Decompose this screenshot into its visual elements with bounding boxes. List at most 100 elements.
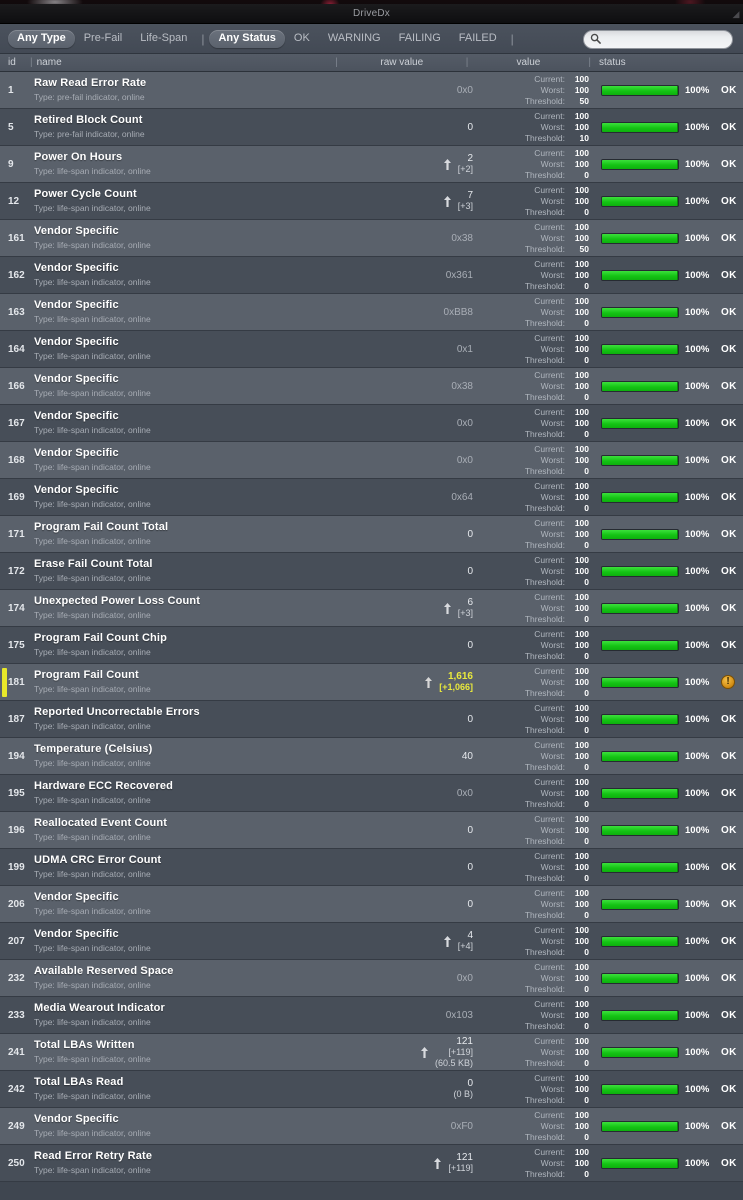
health-bar-fill [602,122,678,132]
raw-value-stack: 0x361 [446,270,473,281]
table-row[interactable]: 241 Total LBAs Written Type: life-span i… [0,1034,743,1071]
attribute-name-cell: Program Fail Count Chip Type: life-span … [26,632,363,658]
search-input[interactable] [583,30,733,49]
raw-value: 0x0 [456,84,473,96]
health-bar-fill [602,936,678,946]
column-header-value[interactable]: value [472,57,584,68]
worst-label: Worst: [540,713,565,724]
table-row[interactable]: 174 Unexpected Power Loss Count Type: li… [0,590,743,627]
attribute-type: Type: life-span indicator, online [34,684,151,694]
table-row[interactable]: 167 Vendor Specific Type: life-span indi… [0,405,743,442]
raw-value-stack: 7 [+3] [458,190,473,212]
column-header-raw-value[interactable]: raw value [342,57,462,68]
raw-value-stack: 121 [+119] (60.5 KB) [435,1036,473,1069]
column-divider-1: | [30,57,33,68]
table-row[interactable]: 196 Reallocated Event Count Type: life-s… [0,812,743,849]
table-row[interactable]: 162 Vendor Specific Type: life-span indi… [0,257,743,294]
raw-value-stack: 0 [467,529,473,540]
current-label: Current: [534,406,565,417]
raw-value-cell: 0xBB8 [363,307,483,318]
window-titlebar[interactable]: DriveDx ◢ [0,4,743,24]
health-percent: 100% [685,639,710,651]
column-header-id[interactable]: id [0,57,26,68]
status-label: OK [721,1083,737,1095]
table-row[interactable]: 171 Program Fail Count Total Type: life-… [0,516,743,553]
table-row[interactable]: 169 Vendor Specific Type: life-span indi… [0,479,743,516]
current-label: Current: [534,517,565,528]
status-filter-failing[interactable]: FAILING [390,30,450,48]
attribute-name-cell: Vendor Specific Type: life-span indicato… [26,410,363,436]
worst-label: Worst: [540,343,565,354]
table-row[interactable]: 175 Program Fail Count Chip Type: life-s… [0,627,743,664]
status-label: OK [721,84,737,96]
attribute-id: 161 [8,232,25,244]
table-row[interactable]: 161 Vendor Specific Type: life-span indi… [0,220,743,257]
worst-label: Worst: [540,528,565,539]
drivedx-window: DriveDx ◢ Any Type Pre-Fail Life-Span | An… [0,4,743,1200]
attribute-name-cell: Hardware ECC Recovered Type: life-span i… [26,780,363,806]
table-row[interactable]: 207 Vendor Specific Type: life-span indi… [0,923,743,960]
raw-value: 0x38 [451,380,473,392]
raw-value: 0 [467,861,473,873]
column-header-name[interactable]: name [37,57,332,68]
type-filter-pre-fail[interactable]: Pre-Fail [75,30,132,48]
table-row[interactable]: 206 Vendor Specific Type: life-span indi… [0,886,743,923]
status-filter-ok[interactable]: OK [285,30,319,48]
health-bar-fill [602,233,678,243]
health-bar-fill [602,270,678,280]
threshold-label: Threshold: [524,1131,565,1142]
threshold-label: Threshold: [524,835,565,846]
table-row[interactable]: 166 Vendor Specific Type: life-span indi… [0,368,743,405]
column-header-status[interactable]: status [595,57,743,68]
raw-value-stack: 0x64 [451,492,473,503]
search-box[interactable] [583,29,733,49]
table-row[interactable]: 199 UDMA CRC Error Count Type: life-span… [0,849,743,886]
threshold-label: Threshold: [524,761,565,772]
warning-icon: ! [721,675,735,689]
type-filter-any-type[interactable]: Any Type [8,29,75,48]
raw-value: 2 [467,153,473,164]
table-row[interactable]: 242 Total LBAs Read Type: life-span indi… [0,1071,743,1108]
table-row[interactable]: 168 Vendor Specific Type: life-span indi… [0,442,743,479]
table-row[interactable]: 163 Vendor Specific Type: life-span indi… [0,294,743,331]
raw-value-delta: [+3] [457,608,473,618]
raw-value-delta: [+3] [457,201,473,211]
table-row[interactable]: 194 Temperature (Celsius) Type: life-spa… [0,738,743,775]
table-row[interactable]: 181 Program Fail Count Type: life-span i… [0,664,743,701]
table-row[interactable]: 164 Vendor Specific Type: life-span indi… [0,331,743,368]
worst-label: Worst: [540,417,565,428]
attribute-title: Vendor Specific [34,299,119,311]
table-row[interactable]: 9 Power On Hours Type: life-span indicat… [0,146,743,183]
raw-value: 4 [467,930,473,941]
attribute-name-cell: Vendor Specific Type: life-span indicato… [26,928,363,954]
table-row[interactable]: 195 Hardware ECC Recovered Type: life-sp… [0,775,743,812]
table-row[interactable]: 12 Power Cycle Count Type: life-span ind… [0,183,743,220]
threshold-value: 0 [584,280,589,291]
status-label: OK [721,343,737,355]
status-filter-warning[interactable]: WARNING [319,30,390,48]
value-cell: Current: 100 Worst: 100 Threshold: 0 [483,370,595,403]
attribute-id: 9 [8,158,14,170]
current-label: Current: [534,295,565,306]
raw-value-stack: 4 [+4] [458,930,473,952]
table-row[interactable]: 233 Media Wearout Indicator Type: life-s… [0,997,743,1034]
table-row[interactable]: 1 Raw Read Error Rate Type: pre-fail ind… [0,72,743,109]
table-row[interactable]: 250 Read Error Retry Rate Type: life-spa… [0,1145,743,1182]
type-filter-life-span[interactable]: Life-Span [131,30,196,48]
raw-value: 0x1 [456,343,473,355]
health-bar [601,380,679,392]
health-percent: 100% [685,565,710,577]
attribute-type: Type: life-span indicator, online [34,832,151,842]
table-row[interactable]: 172 Erase Fail Count Total Type: life-sp… [0,553,743,590]
raw-value-cell: 0 [363,529,483,540]
table-row[interactable]: 5 Retired Block Count Type: pre-fail ind… [0,109,743,146]
status-filter-any-status[interactable]: Any Status [209,29,285,48]
attribute-id: 167 [8,417,25,429]
raw-value: 40 [461,750,473,762]
table-row[interactable]: 232 Available Reserved Space Type: life-… [0,960,743,997]
resize-grip-icon[interactable]: ◢ [731,7,741,21]
table-row[interactable]: 249 Vendor Specific Type: life-span indi… [0,1108,743,1145]
table-row[interactable]: 187 Reported Uncorrectable Errors Type: … [0,701,743,738]
status-filter-failed[interactable]: FAILED [450,30,506,48]
health-percent: 100% [685,861,710,873]
